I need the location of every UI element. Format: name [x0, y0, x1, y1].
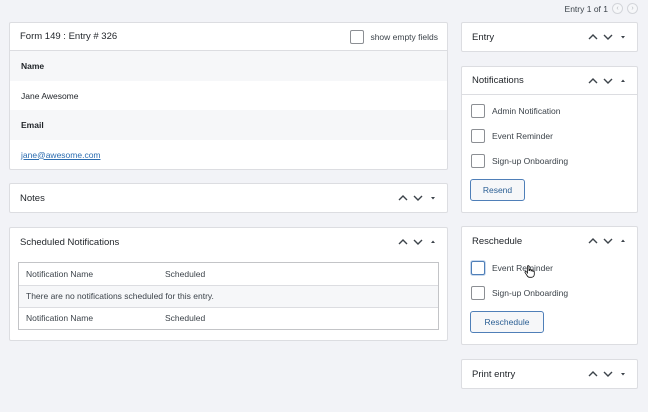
reschedule-event-reminder-label: Event Reminder: [492, 262, 553, 273]
field-label-email: Email: [10, 110, 447, 140]
reschedule-event-reminder-checkbox[interactable]: [471, 260, 485, 275]
notes-title: Notes: [20, 192, 45, 204]
field-label-name: Name: [10, 51, 447, 81]
entry-details-title: Form 149 : Entry # 326: [20, 31, 118, 42]
chevron-up-icon[interactable]: [587, 235, 599, 247]
scheduled-notifications-controls: [397, 228, 439, 256]
notes-panel: Notes: [9, 183, 448, 213]
notifications-panel: Notifications Admin Notification Event R…: [461, 66, 638, 213]
chevron-up-icon[interactable]: [397, 192, 409, 204]
table-empty-row: There are no notifications scheduled for…: [19, 285, 438, 308]
chevron-up-icon[interactable]: [587, 368, 599, 380]
chevron-up-icon[interactable]: [587, 75, 599, 87]
empty-message: There are no notifications scheduled for…: [19, 285, 438, 308]
entry-details-panel: Form 149 : Entry # 326 show empty fields…: [9, 22, 448, 170]
chevron-up-icon[interactable]: [397, 236, 409, 248]
notification-option-event-reminder[interactable]: Event Reminder: [462, 123, 637, 148]
entry-pager: Entry 1 of 1 ‹ ›: [565, 3, 638, 14]
entry-sidebar-controls: [587, 23, 629, 51]
chevron-down-icon[interactable]: [412, 192, 424, 204]
notes-controls: [397, 184, 439, 212]
pager-prev-button[interactable]: ‹: [612, 3, 623, 14]
toggle-up-icon[interactable]: [427, 236, 439, 248]
signup-onboarding-checkbox[interactable]: [471, 153, 485, 168]
toggle-down-icon[interactable]: [617, 368, 629, 380]
notifications-controls: [587, 67, 629, 95]
table-header-row: Notification Name Scheduled: [19, 263, 438, 286]
pager-label: Entry 1 of 1: [564, 3, 608, 14]
reschedule-title: Reschedule: [472, 235, 523, 247]
chevron-down-icon[interactable]: [602, 75, 614, 87]
chevron-down-icon[interactable]: [412, 236, 424, 248]
notification-option-admin[interactable]: Admin Notification: [462, 98, 637, 123]
notifications-title: Notifications: [472, 75, 524, 86]
print-entry-header[interactable]: Print entry: [462, 360, 637, 388]
reschedule-panel: Reschedule Event Reminder Sign-up Onboar…: [461, 226, 638, 345]
notification-option-signup[interactable]: Sign-up Onboarding: [462, 148, 637, 173]
field-value-email-row: jane@awesome.com: [10, 140, 447, 169]
reschedule-option-signup[interactable]: Sign-up Onboarding: [462, 280, 637, 305]
toggle-up-icon[interactable]: [617, 235, 629, 247]
pager-next-button[interactable]: ›: [627, 3, 638, 14]
scheduled-notifications-panel: Scheduled Notifications Notification Nam…: [9, 227, 448, 341]
table-footer-row: Notification Name Scheduled: [19, 307, 438, 329]
entry-sidebar-header[interactable]: Entry: [462, 23, 637, 51]
resend-button[interactable]: Resend: [470, 179, 525, 201]
chevron-down-icon[interactable]: [602, 31, 614, 43]
reschedule-signup-label: Sign-up Onboarding: [492, 287, 569, 298]
column-header: Notification Name: [19, 263, 158, 286]
entry-sidebar-panel: Entry: [461, 22, 638, 52]
column-footer: Notification Name: [26, 313, 94, 324]
reschedule-option-event-reminder[interactable]: Event Reminder: [462, 255, 637, 280]
signup-onboarding-label: Sign-up Onboarding: [492, 155, 569, 166]
column-footer: Scheduled: [165, 313, 206, 324]
field-value-name: Jane Awesome: [21, 90, 79, 101]
chevron-up-icon[interactable]: [587, 31, 599, 43]
scheduled-notifications-table: Notification Name Scheduled There are no…: [18, 262, 439, 330]
chevron-down-icon[interactable]: [602, 235, 614, 247]
reschedule-header[interactable]: Reschedule: [462, 227, 637, 255]
reschedule-controls: [587, 227, 629, 255]
notes-header[interactable]: Notes: [10, 184, 447, 212]
entry-details-header: Form 149 : Entry # 326 show empty fields: [10, 23, 447, 51]
notifications-header[interactable]: Notifications: [462, 67, 637, 95]
toggle-up-icon[interactable]: [617, 75, 629, 87]
event-reminder-label: Event Reminder: [492, 130, 553, 141]
scheduled-notifications-title: Scheduled Notifications: [20, 236, 120, 248]
entry-sidebar-title: Entry: [472, 31, 495, 43]
toggle-down-icon[interactable]: [427, 192, 439, 204]
print-entry-title: Print entry: [472, 368, 516, 380]
reschedule-button[interactable]: Reschedule: [470, 311, 544, 333]
event-reminder-checkbox[interactable]: [471, 128, 485, 143]
show-empty-fields-toggle[interactable]: show empty fields: [350, 30, 438, 44]
admin-notification-checkbox[interactable]: [471, 103, 485, 118]
scheduled-notifications-header[interactable]: Scheduled Notifications: [10, 228, 447, 256]
toggle-down-icon[interactable]: [617, 31, 629, 43]
show-empty-fields-label: show empty fields: [370, 32, 438, 42]
chevron-down-icon[interactable]: [602, 368, 614, 380]
admin-notification-label: Admin Notification: [492, 105, 561, 116]
show-empty-fields-checkbox[interactable]: [350, 30, 365, 44]
email-link[interactable]: jane@awesome.com: [21, 150, 101, 160]
reschedule-signup-checkbox[interactable]: [471, 285, 485, 300]
column-header: Scheduled: [158, 263, 438, 286]
hand-pointer-icon: [524, 265, 535, 280]
print-entry-controls: [587, 360, 629, 388]
print-entry-panel: Print entry: [461, 359, 638, 389]
